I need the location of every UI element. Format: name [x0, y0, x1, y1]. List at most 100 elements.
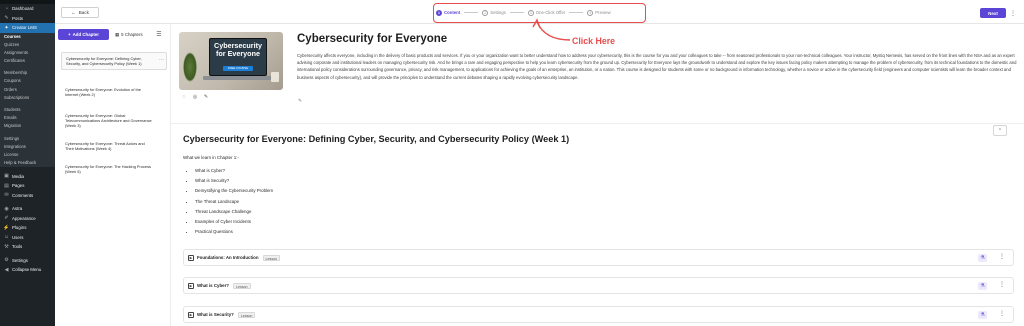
- view-icon[interactable]: ◎: [192, 94, 198, 100]
- lesson-icon: ▶: [188, 254, 194, 261]
- chapter-item-label: Cybersecurity for Everyone: The Hacking …: [65, 164, 151, 175]
- sidebar-item-appearance[interactable]: ✐ Appearance: [0, 213, 55, 223]
- sidebar-item-plugins[interactable]: ⚡ Plugins: [0, 223, 55, 233]
- submenu-item-settings[interactable]: Settings: [0, 134, 55, 143]
- sidebar-item-label: Astra: [12, 206, 23, 212]
- plus-icon: +: [68, 32, 71, 37]
- submenu-item-license[interactable]: License: [0, 150, 55, 160]
- submenu-item-students[interactable]: Students: [0, 106, 55, 115]
- chapter-item-label: Cybersecurity for Everyone: Defining Cyb…: [66, 56, 142, 67]
- lesson-more-icon[interactable]: ⋮: [999, 310, 1005, 317]
- sidebar-item-dashboard[interactable]: ◔ Dashboard: [0, 4, 55, 14]
- arrow-left-icon: ←: [71, 10, 76, 15]
- sidebar-item-label: Appearance: [12, 215, 36, 221]
- chapter-item[interactable]: Cybersecurity for Everyone: Evolution of…: [61, 84, 167, 100]
- chapter-count: ▦ 5 Chapters: [115, 30, 143, 39]
- more-options-icon[interactable]: ⋮: [1009, 8, 1017, 18]
- chapter-detail: ⌃ Cybersecurity for Everyone: Defining C…: [171, 124, 1024, 326]
- users-icon: ☺: [3, 234, 10, 241]
- submenu-item-help-feedback[interactable]: Help & Feedback: [0, 159, 55, 168]
- sidebar-item-label: Dashboard: [12, 6, 34, 12]
- course-thumbnail[interactable]: Cybersecurity for Everyone FREE COURSE: [179, 32, 283, 90]
- lesson-action-icon[interactable]: ⚗: [978, 254, 987, 262]
- chevron-up-icon[interactable]: ⌃: [993, 125, 1007, 136]
- sidebar-item-label: Settings: [12, 257, 28, 263]
- collapse-icon: ◀: [4, 266, 9, 273]
- tools-icon: ⚒: [4, 243, 9, 250]
- collapse-panel-icon[interactable]: ☰: [155, 30, 163, 39]
- thumbnail-text-line2: for Everyone: [216, 49, 260, 58]
- next-button[interactable]: Next: [980, 8, 1006, 18]
- learning-item: The Threat Landscape: [195, 198, 273, 208]
- chapter-menu-icon[interactable]: ⋯: [159, 57, 164, 63]
- lesson-action-icon[interactable]: ⚗: [978, 311, 987, 319]
- media-icon: ▣: [4, 173, 9, 180]
- lesson-icon: ▶: [188, 282, 194, 289]
- lesson-title: What is Security?: [197, 312, 234, 317]
- sidebar-item-label: Comments: [12, 192, 34, 198]
- comments-icon: ✉: [4, 192, 9, 199]
- add-chapter-label: Add Chapter: [72, 32, 99, 37]
- chapter-item[interactable]: Cybersecurity for Everyone: The Hacking …: [61, 161, 167, 177]
- lesson-row[interactable]: ▶ What is Cyber? Lesson ⚗ ⋮: [183, 277, 1014, 294]
- lesson-action-icon[interactable]: ⚗: [978, 282, 987, 290]
- learning-item: Threat Landscape Challenge: [195, 208, 273, 218]
- chapter-item[interactable]: Cybersecurity for Everyone: Defining Cyb…: [61, 52, 167, 71]
- sidebar-item-collapse-menu[interactable]: ◀ Collapse Menu: [0, 265, 55, 275]
- chapter-item[interactable]: Cybersecurity for Everyone: Global Telec…: [61, 110, 167, 132]
- chapter-item-label: Cybersecurity for Everyone: Evolution of…: [65, 87, 141, 98]
- sidebar-item-media[interactable]: ▣ Media: [0, 171, 55, 181]
- settings-icon: ⚙: [4, 257, 9, 264]
- sidebar-item-label: Tools: [12, 244, 23, 250]
- sidebar-item-users[interactable]: ☺ Users: [0, 232, 55, 242]
- add-chapter-button[interactable]: + Add Chapter: [58, 29, 109, 40]
- submenu-item-membership[interactable]: Membership: [0, 69, 55, 78]
- link-icon[interactable]: ◌: [181, 94, 187, 100]
- sidebar-item-posts[interactable]: ✎ Posts: [0, 14, 55, 24]
- sidebar-item-comments[interactable]: ✉ Comments: [0, 190, 55, 200]
- submenu-item-quizzes[interactable]: Quizzes: [0, 40, 55, 49]
- sidebar-item-settings[interactable]: ⚙ Settings: [0, 255, 55, 265]
- submenu-item-coupons[interactable]: Coupons: [0, 77, 55, 86]
- chapter-item[interactable]: Cybersecurity for Everyone: Threat Actor…: [61, 138, 167, 154]
- submenu-item-assignments[interactable]: Assignments: [0, 48, 55, 58]
- submenu-item-migration[interactable]: Migration: [0, 122, 55, 131]
- course-title: Cybersecurity for Everyone: [297, 33, 448, 45]
- chapter-intro: What we learn in Chapter 1:-: [183, 155, 239, 160]
- edit-icon[interactable]: ✎: [203, 94, 209, 100]
- learning-item: Practical Questions: [195, 228, 273, 238]
- lesson-tag: Lesson: [262, 254, 281, 261]
- sidebar-item-label: Media: [12, 173, 24, 179]
- sidebar-item-label: Posts: [12, 15, 23, 21]
- dashboard-icon: ◔: [4, 5, 9, 12]
- submenu-item-integrations[interactable]: Integrations: [0, 142, 55, 151]
- pages-icon: ▤: [4, 182, 9, 189]
- back-button[interactable]: ← Back: [61, 7, 99, 18]
- lesson-more-icon[interactable]: ⋮: [999, 281, 1005, 288]
- sidebar-item-pages[interactable]: ▤ Pages: [0, 181, 55, 191]
- laptop-base: [203, 76, 273, 80]
- submenu-item-emails[interactable]: Emails: [0, 114, 55, 123]
- chapter-item-label: Cybersecurity for Everyone: Threat Actor…: [65, 141, 145, 152]
- chapter-item-label: Cybersecurity for Everyone: Global Telec…: [65, 113, 152, 129]
- thumbnail-badge: FREE COURSE: [223, 66, 253, 71]
- submenu-item-certificates[interactable]: Certificates: [0, 57, 55, 66]
- plugin-icon: ⚡: [3, 224, 10, 231]
- chapter-title: Cybersecurity for Everyone: Defining Cyb…: [183, 134, 570, 144]
- submenu-item-courses[interactable]: Courses: [0, 32, 55, 41]
- lesson-row[interactable]: ▶ Foundations: An Introduction Lesson ⚗ …: [183, 249, 1014, 266]
- sidebar-item-label: Users: [12, 234, 24, 240]
- sidebar-item-creator-lms[interactable]: ✦ Creator LMS: [0, 23, 55, 33]
- sidebar-item-label: Collapse Menu: [12, 267, 42, 273]
- sidebar-item-astra[interactable]: ◉ Astra: [0, 204, 55, 214]
- sidebar-item-tools[interactable]: ⚒ Tools: [0, 242, 55, 252]
- lesson-row[interactable]: ▶ What is Security? Lesson ⚗ ⋮: [183, 306, 1014, 323]
- lms-icon: ✦: [4, 24, 9, 31]
- edit-description-icon[interactable]: ✎: [297, 98, 303, 104]
- annotation-label: Click Here: [572, 36, 616, 46]
- submenu-item-orders[interactable]: Orders: [0, 85, 55, 94]
- course-description: Cybersecurity affects everyone, includin…: [297, 53, 1017, 80]
- lesson-more-icon[interactable]: ⋮: [999, 253, 1005, 260]
- cup-decoration: [271, 72, 279, 82]
- submenu-item-subscriptions[interactable]: Subscriptions: [0, 93, 55, 102]
